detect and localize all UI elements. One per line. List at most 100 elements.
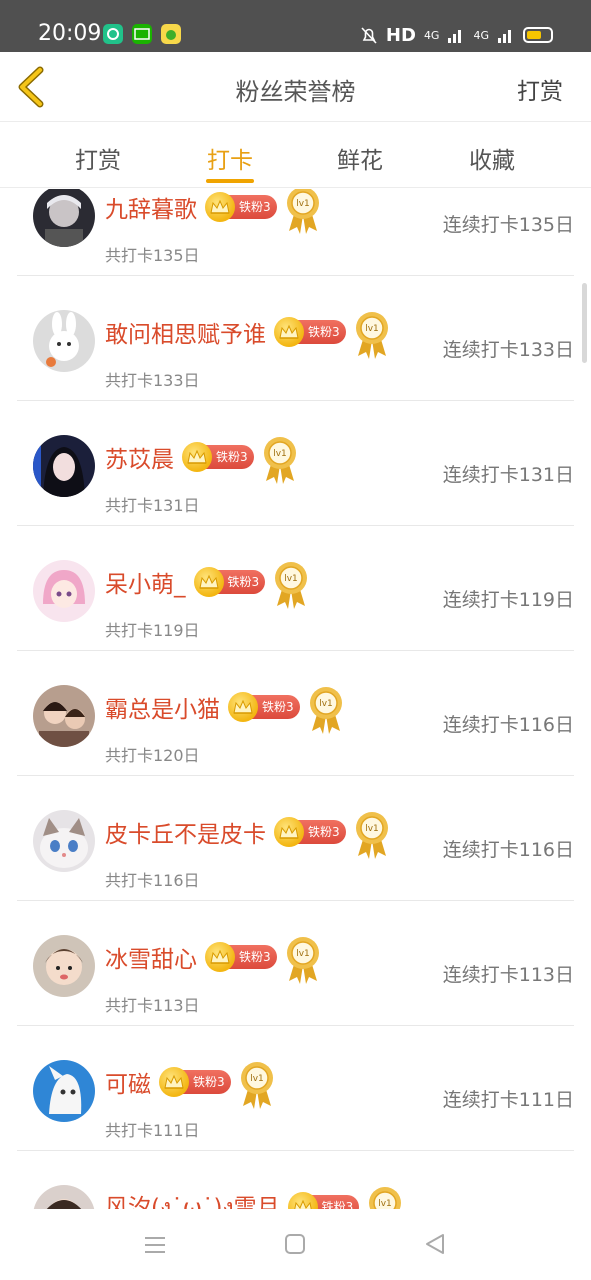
signal-4g-label-1: 4G bbox=[423, 28, 440, 42]
fan-badge: 铁粉3 bbox=[205, 192, 277, 222]
level-medal-icon: lv1 bbox=[355, 812, 388, 859]
status-time: 20:09 bbox=[38, 21, 102, 46]
crown-icon bbox=[198, 574, 219, 589]
crown-coin bbox=[205, 192, 235, 222]
fan-badge: 铁粉3 bbox=[274, 817, 346, 847]
name-line: 霸总是小猫 铁粉3 lv1 bbox=[105, 687, 344, 734]
crown-icon bbox=[210, 949, 230, 964]
name-line: 苏苡晨 铁粉3 lv1 bbox=[105, 437, 298, 484]
medal-level-text: lv1 bbox=[296, 199, 310, 209]
mute-bell-icon bbox=[361, 27, 377, 44]
fan-badge: 铁粉3 bbox=[228, 692, 300, 722]
battery-icon bbox=[523, 27, 553, 43]
user-avatar[interactable] bbox=[33, 189, 95, 247]
scrollbar[interactable] bbox=[582, 283, 587, 363]
consecutive-checkin-days: 连续打卡116日 bbox=[442, 714, 574, 736]
consecutive-checkin-days: 连续打卡111日 bbox=[442, 1089, 574, 1111]
menu-icon bbox=[145, 1237, 165, 1253]
user-avatar[interactable] bbox=[33, 1060, 95, 1122]
name-line: 可磁 铁粉3 lv1 bbox=[105, 1062, 275, 1109]
total-checkin-days: 共打卡116日 bbox=[105, 871, 200, 890]
medal-level-text: lv1 bbox=[379, 1199, 393, 1209]
level-medal-icon: lv1 bbox=[240, 1062, 273, 1109]
crown-coin bbox=[228, 692, 258, 722]
total-checkin-days: 共打卡119日 bbox=[105, 621, 200, 640]
level-medal-icon: lv1 bbox=[263, 437, 296, 484]
fan-badge: 铁粉3 bbox=[287, 1192, 360, 1209]
ranking-list-content: 九辞暮歌 铁粉3 lv1 共打卡135日 连续打卡135日 敢问相思赋予谁 铁粉3 lv1 共打… bbox=[0, 189, 591, 1209]
username[interactable]: 风汐(ง˙ω˙)ง雪月 bbox=[105, 1188, 280, 1209]
app-notification-icon-2 bbox=[161, 24, 181, 44]
fan-badge: 铁粉3 bbox=[205, 942, 277, 972]
level-medal-icon: lv1 bbox=[369, 1187, 402, 1209]
username[interactable]: 霸总是小猫 bbox=[105, 690, 220, 724]
level-medal-icon: lv1 bbox=[275, 562, 308, 609]
app-notification-icon bbox=[103, 24, 123, 44]
ranking-row[interactable]: 敢问相思赋予谁 铁粉3 lv1 共打卡133日 连续打卡133日 bbox=[17, 276, 574, 401]
consecutive-checkin-days: 连续打卡116日 bbox=[442, 839, 574, 861]
username[interactable]: 可磁 bbox=[105, 1065, 151, 1099]
name-line: 呆小萌_ 铁粉3 lv1 bbox=[105, 562, 309, 609]
user-avatar[interactable] bbox=[33, 685, 95, 747]
total-checkin-days: 共打卡113日 bbox=[105, 996, 200, 1015]
status-bar: 20:09 HD 4G 4G bbox=[0, 0, 591, 52]
consecutive-checkin-days: 连续打卡113日 bbox=[442, 964, 574, 986]
crown-coin bbox=[159, 1067, 189, 1097]
medal-level-text: lv1 bbox=[284, 574, 298, 584]
crown-icon bbox=[279, 324, 299, 339]
username[interactable]: 皮卡丘不是皮卡 bbox=[105, 815, 266, 849]
medal-level-text: lv1 bbox=[273, 449, 287, 459]
username[interactable]: 呆小萌_ bbox=[105, 565, 186, 599]
back-nav-button[interactable] bbox=[422, 1231, 450, 1259]
ranking-row[interactable]: 九辞暮歌 铁粉3 lv1 共打卡135日 连续打卡135日 bbox=[17, 189, 574, 276]
system-nav-bar bbox=[0, 1209, 591, 1280]
user-avatar[interactable] bbox=[33, 810, 95, 872]
user-avatar[interactable] bbox=[33, 1185, 95, 1209]
name-line: 敢问相思赋予谁 铁粉3 lv1 bbox=[105, 312, 390, 359]
fan-badge: 铁粉3 bbox=[182, 442, 254, 472]
ranking-row[interactable]: 霸总是小猫 铁粉3 lv1 共打卡120日 连续打卡116日 bbox=[17, 651, 574, 776]
page-title: 粉丝荣誉榜 bbox=[235, 78, 356, 106]
hd-indicator: HD bbox=[385, 24, 416, 46]
tab-checkin[interactable]: 打卡 bbox=[190, 141, 270, 175]
signal-4g-label-2: 4G bbox=[473, 28, 489, 42]
user-avatar[interactable] bbox=[33, 310, 95, 372]
app-header: 粉丝荣誉榜 打赏 bbox=[0, 52, 591, 122]
username[interactable]: 苏苡晨 bbox=[105, 440, 174, 474]
ranking-row[interactable]: 呆小萌_ 铁粉3 lv1 共打卡119日 连续打卡119日 bbox=[17, 526, 574, 651]
level-medal-icon: lv1 bbox=[355, 312, 388, 359]
medal-level-text: lv1 bbox=[319, 699, 333, 709]
tab-bar: 打赏 打卡 鲜花 收藏 bbox=[0, 123, 591, 188]
consecutive-checkin-days: 连续打卡133日 bbox=[442, 339, 574, 361]
ranking-list[interactable]: 九辞暮歌 铁粉3 lv1 共打卡135日 连续打卡135日 敢问相思赋予谁 铁粉3 lv1 共打… bbox=[0, 189, 591, 1209]
crown-icon bbox=[187, 449, 207, 464]
fan-badge: 铁粉3 bbox=[159, 1067, 231, 1097]
tab-favorites[interactable]: 收藏 bbox=[452, 141, 532, 175]
medal-level-text: lv1 bbox=[296, 949, 310, 959]
active-tab-indicator bbox=[206, 179, 254, 183]
ranking-row[interactable]: 冰雪甜心 铁粉3 lv1 共打卡113日 连续打卡113日 bbox=[17, 901, 574, 1026]
total-checkin-days: 共打卡111日 bbox=[105, 1121, 200, 1140]
reward-button[interactable]: 打赏 bbox=[517, 72, 563, 106]
username[interactable]: 敢问相思赋予谁 bbox=[105, 315, 266, 349]
menu-button[interactable] bbox=[142, 1231, 170, 1259]
name-line: 冰雪甜心 铁粉3 lv1 bbox=[105, 937, 321, 984]
user-avatar[interactable] bbox=[33, 435, 95, 497]
ranking-row[interactable]: 苏苡晨 铁粉3 lv1 共打卡131日 连续打卡131日 bbox=[17, 401, 574, 526]
ranking-row[interactable]: 可磁 铁粉3 lv1 共打卡111日 连续打卡111日 bbox=[17, 1026, 574, 1151]
user-avatar[interactable] bbox=[33, 560, 95, 622]
crown-icon bbox=[293, 1199, 312, 1209]
tab-flowers[interactable]: 鲜花 bbox=[320, 141, 400, 175]
ranking-row[interactable]: 皮卡丘不是皮卡 铁粉3 lv1 共打卡116日 连续打卡116日 bbox=[17, 776, 574, 901]
name-line: 九辞暮歌 铁粉3 lv1 bbox=[105, 189, 321, 234]
signal-bars-icon-2 bbox=[498, 30, 511, 43]
name-line: 皮卡丘不是皮卡 铁粉3 lv1 bbox=[105, 812, 390, 859]
ranking-row[interactable]: 风汐(ง˙ω˙)ง雪月 铁粉3 lv1 bbox=[17, 1151, 574, 1209]
total-checkin-days: 共打卡135日 bbox=[105, 246, 200, 265]
home-button[interactable] bbox=[282, 1231, 310, 1259]
user-avatar[interactable] bbox=[33, 935, 95, 997]
username[interactable]: 冰雪甜心 bbox=[105, 940, 197, 974]
fan-badge: 铁粉3 bbox=[193, 567, 266, 597]
username[interactable]: 九辞暮歌 bbox=[105, 190, 197, 224]
tab-reward[interactable]: 打赏 bbox=[58, 141, 138, 175]
